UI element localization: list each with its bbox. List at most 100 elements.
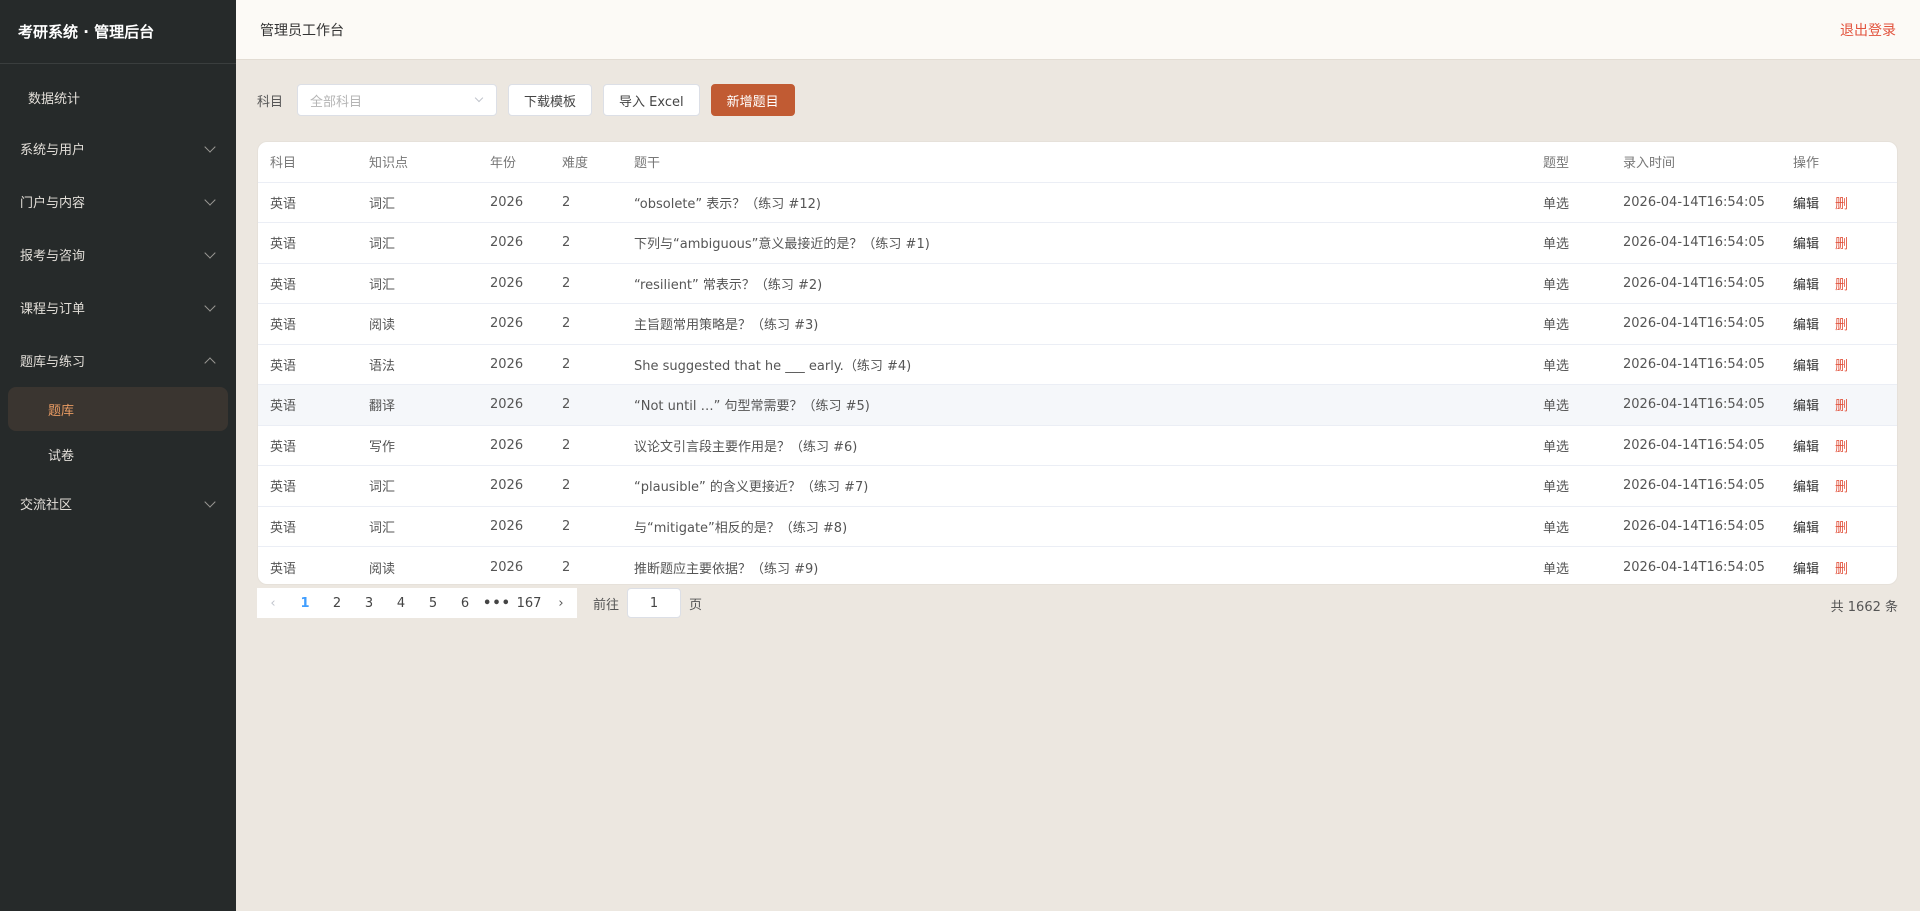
next-page-button[interactable]: › [545,588,577,618]
cell-difficulty: 2 [550,425,622,466]
logout-link[interactable]: 退出登录 [1840,20,1896,40]
cell-difficulty: 2 [550,465,622,507]
cell-actions: 编辑 删 [1781,425,1897,466]
cell-actions: 编辑 删 [1781,547,1897,585]
cell-year: 2026 [490,559,524,575]
cell-type: 单选 [1531,344,1611,385]
import-excel-button[interactable]: 导入 Excel [603,84,700,116]
edit-button[interactable]: 编辑 [1793,359,1819,374]
cell-year: 2026 [478,182,550,223]
cell-knowledge-point: 词汇 [357,263,478,304]
column-header: 题干 [622,142,1531,183]
sidebar-group-community[interactable]: 交流社区 [0,477,236,530]
delete-button[interactable]: 删 [1835,359,1848,374]
page-button-4[interactable]: 4 [385,588,417,618]
delete-button[interactable]: 删 [1835,278,1848,293]
page-title: 管理员工作台 [260,22,344,39]
table-row: 英语 词汇 2026 2 “resilient” 常表示？（练习 #2) 单选 2026-0… [258,263,1897,304]
sidebar-group-label: 课程与订单 [20,302,86,317]
sidebar-group-portal-content[interactable]: 门户与内容 [0,175,236,228]
brand-title: 考研系统 · 管理后台 [0,0,236,64]
cell-type: 单选 [1531,506,1611,547]
cell-knowledge-point: 词汇 [357,465,478,507]
edit-button[interactable]: 编辑 [1793,521,1819,536]
add-question-button[interactable]: 新增题目 [710,84,795,116]
prev-page-button[interactable]: ‹ [257,588,289,618]
cell-actions: 编辑 删 [1781,506,1897,547]
sidebar-item-stats[interactable]: 数据统计 [0,72,236,122]
sidebar-group-system-users[interactable]: 系统与用户 [0,122,236,175]
sidebar-group-label: 系统与用户 [20,143,86,158]
page-button-5[interactable]: 5 [417,588,449,618]
goto-page-input[interactable] [627,588,682,618]
cell-subject: 英语 [270,561,297,577]
table-row: 英语 翻译 2026 2 “Not until …” 句型常需要？（练习 #5) 单选 20… [258,384,1897,426]
cell-stem: “obsolete” 表示？（练习 #12) [622,182,1531,223]
subject-select[interactable]: 全部科目 [297,84,498,116]
more-pages-button[interactable]: ••• [481,588,513,618]
cell-stem: 主旨题常用策略是？（练习 #3) [622,303,1531,345]
table-body: 英语 词汇 2026 2 “obsolete” 表示？（练习 #12) 单选 2026-04… [258,182,1897,585]
cell-year: 2026 [478,465,550,507]
edit-button[interactable]: 编辑 [1793,399,1819,414]
cell-stem: “plausible” 的含义更接近？（练习 #7) [622,465,1531,507]
edit-button[interactable]: 编辑 [1793,197,1819,212]
goto-label: 前往 [593,597,620,613]
download-template-button[interactable]: 下载模板 [508,84,593,116]
sidebar-group-registration-consult[interactable]: 报考与咨询 [0,228,236,281]
page-button-3[interactable]: 3 [353,588,385,618]
sidebar-item-question-bank[interactable]: 题库 [8,387,228,431]
edit-button[interactable]: 编辑 [1793,278,1819,293]
delete-button[interactable]: 删 [1835,521,1848,536]
cell-difficulty: 2 [550,344,622,385]
edit-button[interactable]: 编辑 [1793,562,1819,577]
cell-actions: 编辑 删 [1781,222,1897,264]
edit-button[interactable]: 编辑 [1793,318,1819,333]
delete-button[interactable]: 删 [1835,440,1848,455]
cell-stem: “Not until …” 句型常需要？（练习 #5) [622,384,1531,426]
cell-created-time: 2026-04-14T16:54:05 [1611,465,1781,507]
edit-button[interactable]: 编辑 [1793,480,1819,495]
cell-year: 2026 [478,222,550,264]
goto-page: 前往 页 [593,588,702,618]
table-row: 英语 词汇 2026 2 下列与“ambiguous”意义最接近的是？（练习 #1) 单选… [258,222,1897,264]
sidebar-group-courses-orders[interactable]: 课程与订单 [0,281,236,334]
page-button-last[interactable]: 167 [513,588,545,618]
cell-created-time: 2026-04-14T16:54:05 [1611,425,1781,466]
table-row: 英语 写作 2026 2 议论文引言段主要作用是？（练习 #6) 单选 2026-04-14… [258,425,1897,466]
sidebar-menu: 数据统计 系统与用户 门户与内容 报考与咨询 课程与订单 题库与练习 题库 试卷 [0,64,236,530]
delete-button[interactable]: 删 [1835,237,1848,252]
chevron-down-icon [204,193,216,206]
cell-knowledge-point: 阅读 [357,303,478,345]
sidebar-item-label: 试卷 [48,448,75,464]
edit-button[interactable]: 编辑 [1793,440,1819,455]
delete-button[interactable]: 删 [1835,562,1848,577]
page-button-1[interactable]: 1 [289,588,321,618]
cell-type: 单选 [1543,561,1570,577]
cell-subject: 英语 [258,263,357,304]
page-button-6[interactable]: 6 [449,588,481,618]
sidebar-item-papers[interactable]: 试卷 [0,431,236,477]
table-row: 英语 词汇 2026 2 “plausible” 的含义更接近？（练习 #7) 单选 202… [258,465,1897,507]
cell-actions: 编辑 删 [1781,465,1897,507]
total-count: 共 1662 条 [1830,600,1898,615]
sidebar-group-question-bank[interactable]: 题库与练习 [0,334,236,387]
subject-filter-label: 科目 [257,94,284,110]
delete-button[interactable]: 删 [1835,318,1848,333]
edit-button[interactable]: 编辑 [1793,237,1819,252]
cell-type: 单选 [1531,182,1611,223]
top-header: 管理员工作台 退出登录 [236,0,1920,60]
delete-button[interactable]: 删 [1835,480,1848,495]
sidebar-group-label: 题库与练习 [20,355,86,370]
cell-actions: 编辑 删 [1781,344,1897,385]
page-button-2[interactable]: 2 [321,588,353,618]
cell-actions: 编辑 删 [1781,303,1897,345]
cell-difficulty: 2 [550,384,622,426]
delete-button[interactable]: 删 [1835,197,1848,212]
cell-stem: She suggested that he ___ early.（练习 #4) [622,344,1531,385]
cell-difficulty: 2 [550,182,622,223]
cell-stem: 议论文引言段主要作用是？（练习 #6) [622,425,1531,466]
delete-button[interactable]: 删 [1835,399,1848,414]
cell-type: 单选 [1531,384,1611,426]
question-table: 科目 知识点 年份 难度 题干 题型 录入时间 操作 英语 词汇 2026 2 “obs… [258,142,1897,585]
